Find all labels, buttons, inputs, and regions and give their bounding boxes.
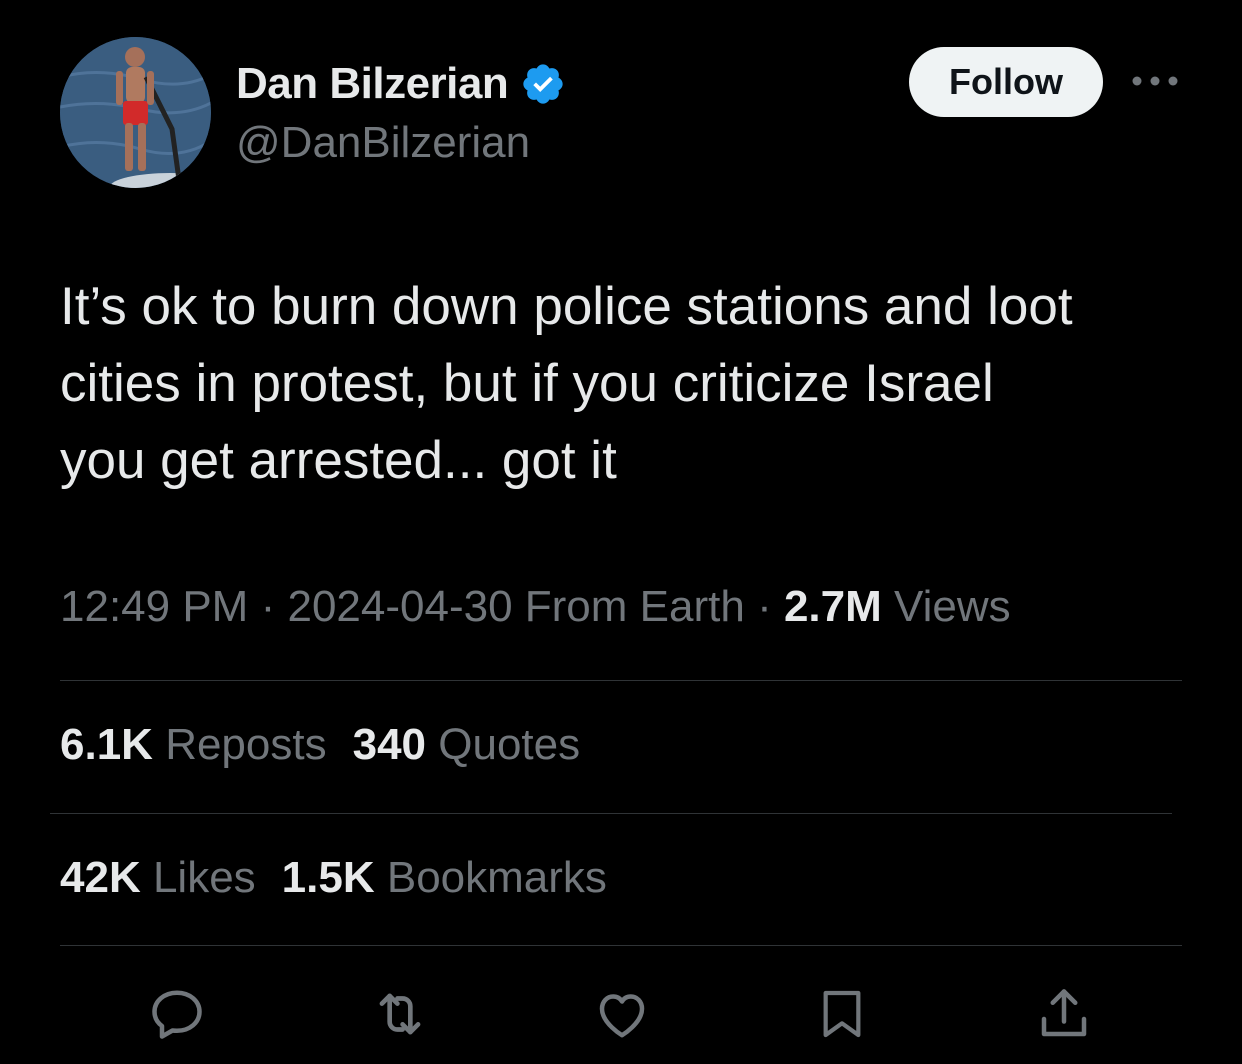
repost-icon[interactable] <box>368 982 432 1046</box>
meta-separator: · <box>260 582 276 631</box>
engagement-row-reposts: 6.1K Reposts 340 Quotes <box>60 720 580 770</box>
tweet-time[interactable]: 12:49 PM <box>60 582 248 631</box>
bookmark-icon[interactable] <box>810 982 874 1046</box>
views-label[interactable]: Views <box>894 582 1011 631</box>
action-bar <box>0 982 1242 1046</box>
quotes-label: Quotes <box>438 720 581 769</box>
quotes-count: 340 <box>352 720 427 769</box>
avatar[interactable] <box>60 37 211 188</box>
avatar-image <box>60 37 211 188</box>
tweet-text: It’s ok to burn down police stations and… <box>60 277 1073 490</box>
share-icon[interactable] <box>1032 982 1096 1046</box>
divider <box>60 945 1182 946</box>
likes-count: 42K <box>60 853 141 902</box>
reposts-stat[interactable]: 6.1K Reposts <box>60 720 327 769</box>
reply-icon[interactable] <box>145 982 209 1046</box>
views-count[interactable]: 2.7M <box>784 582 882 631</box>
likes-stat[interactable]: 42K Likes <box>60 853 256 902</box>
tweet-date[interactable]: 2024-04-30 <box>287 582 512 631</box>
bookmarks-count: 1.5K <box>281 853 375 902</box>
engagement-row-likes: 42K Likes 1.5K Bookmarks <box>60 853 607 903</box>
bookmarks-label: Bookmarks <box>386 853 607 902</box>
verified-badge-icon <box>523 64 563 104</box>
tweet-detail: Dan Bilzerian @DanBilzerian Follow It’s … <box>0 0 1242 1064</box>
display-name[interactable]: Dan Bilzerian <box>236 59 509 109</box>
tweet-meta: 12:49 PM · 2024-04-30 From Earth · 2.7M … <box>60 582 1011 632</box>
likes-label: Likes <box>152 853 256 902</box>
divider <box>50 813 1172 814</box>
tweet-source: From Earth <box>524 582 745 631</box>
author-name-row[interactable]: Dan Bilzerian <box>236 56 566 112</box>
follow-button[interactable]: Follow <box>909 47 1103 117</box>
quotes-stat[interactable]: 340 Quotes <box>353 720 581 769</box>
reposts-label: Reposts <box>165 720 327 769</box>
meta-separator: · <box>757 582 772 631</box>
like-icon[interactable] <box>590 982 654 1046</box>
divider <box>60 680 1182 681</box>
reposts-count: 6.1K <box>60 720 153 769</box>
more-horizontal-icon[interactable] <box>1128 66 1182 96</box>
author-handle[interactable]: @DanBilzerian <box>236 118 530 168</box>
bookmarks-stat[interactable]: 1.5K Bookmarks <box>282 853 607 902</box>
